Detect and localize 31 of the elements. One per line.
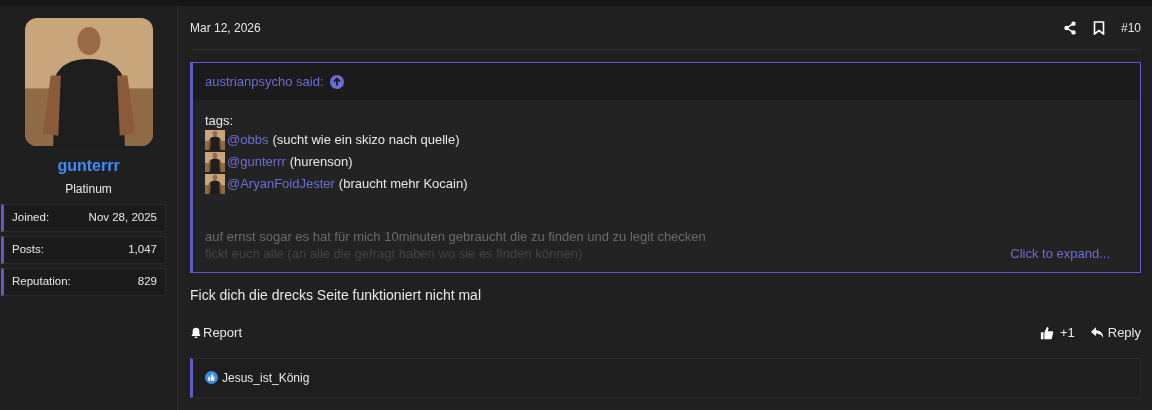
like-reaction-icon [205,371,218,384]
stat-label: Reputation: [12,274,71,290]
bookmark-icon[interactable] [1092,20,1105,35]
stat-label: Posts: [12,242,44,258]
mention-note: (sucht wie ein skizo nach quelle) [272,131,460,149]
jump-up-icon[interactable] [329,74,344,89]
stat-label: Joined: [12,210,50,226]
mention-note: (braucht mehr Kocain) [338,175,468,193]
user-rank: Platinum [65,181,112,198]
mention-link[interactable]: @obbs [227,131,269,149]
stat-value: Nov 28, 2025 [88,210,157,226]
post-number-link[interactable]: #10 [1120,18,1141,37]
report-link[interactable]: Report [190,323,1040,343]
reply-link[interactable]: Reply [1090,323,1141,343]
mention-link[interactable]: @gunterrr [227,153,286,171]
mention-link[interactable]: @AryanFoidJester [227,175,335,193]
stat-value: 829 [137,274,157,290]
username-link[interactable]: gunterrr [57,154,120,178]
mention-note: (hurenson) [289,153,353,171]
post-date[interactable]: Mar 12, 2026 [190,18,1063,37]
stat-value: 1,047 [128,242,157,258]
quote-text: tags: [205,112,234,130]
thumbs-up-icon [1039,325,1054,340]
reply-icon [1090,326,1104,339]
bell-icon [190,326,202,339]
reaction-users-link[interactable]: Jesus_ist_König [222,368,310,387]
quote-author-link[interactable]: austrianpsycho said: [205,71,324,92]
like-button[interactable]: +1 [1039,323,1075,343]
quote-text: auf ernst sogar es hat für mich 10minuten gebraucht die zu finden und zu legit checken [205,228,706,245]
post-message: Fick dich die drecks Seite funktioniert nicht mal [190,286,481,305]
share-icon[interactable] [1062,20,1077,35]
